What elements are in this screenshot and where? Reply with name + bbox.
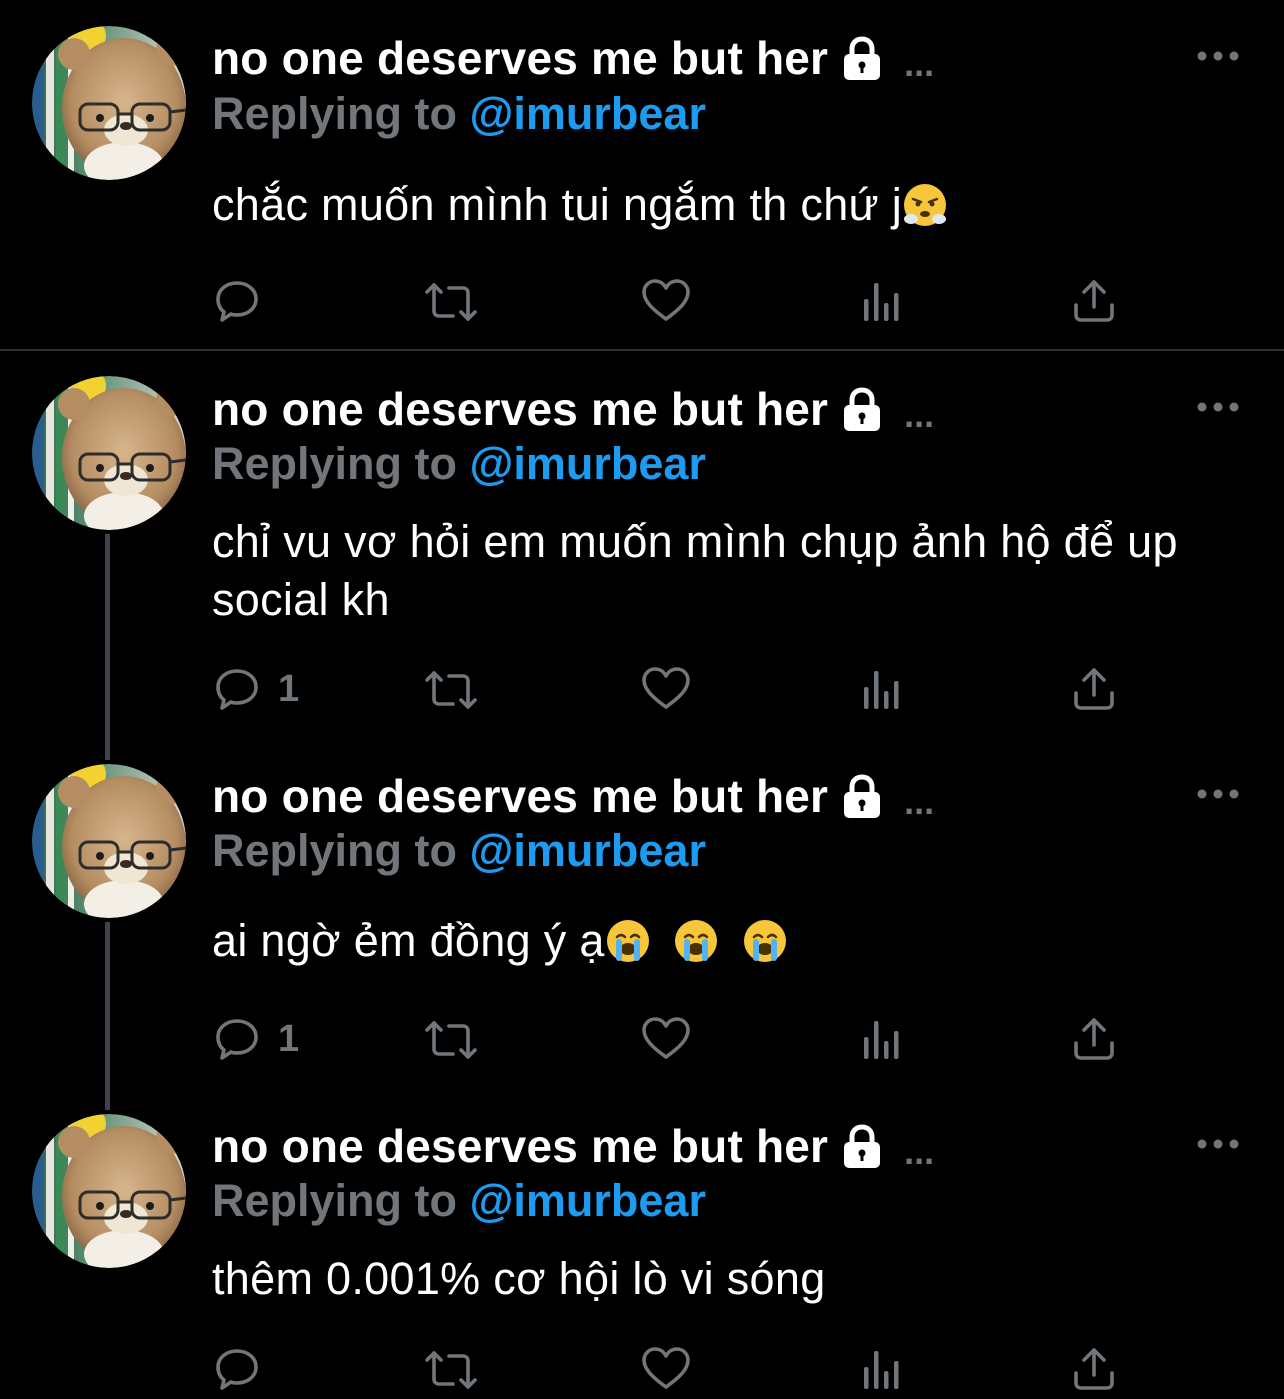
replying-to-label: Replying to: [212, 88, 457, 139]
more-options-button[interactable]: [1196, 784, 1240, 804]
author-row: no one deserves me but her ...: [212, 1116, 934, 1176]
retweet-button[interactable]: [424, 1014, 480, 1064]
reply-button[interactable]: [212, 276, 278, 326]
replying-to-label: Replying to: [212, 438, 457, 489]
like-icon: [642, 279, 690, 321]
author-name[interactable]: no one deserves me but her: [212, 382, 828, 436]
reply-button[interactable]: [212, 1344, 278, 1394]
author-row: no one deserves me but her ...: [212, 28, 934, 88]
tweet-1[interactable]: no one deserves me but her ... Replying …: [0, 0, 1284, 350]
crying-face-emoji-icon: [743, 918, 788, 964]
reply-icon: [216, 1349, 258, 1390]
like-icon: [642, 1017, 690, 1059]
share-button[interactable]: [1072, 664, 1118, 714]
author-overflow: ...: [904, 43, 935, 84]
author-overflow: ...: [904, 394, 935, 435]
more-options-button[interactable]: [1196, 1134, 1240, 1154]
views-icon: [864, 1351, 899, 1389]
replying-to-label: Replying to: [212, 825, 457, 876]
avatar[interactable]: [32, 764, 186, 918]
share-button[interactable]: [1072, 276, 1118, 326]
replying-to: Replying to @imurbear: [212, 825, 706, 881]
avatar[interactable]: [32, 376, 186, 530]
like-button[interactable]: [640, 1014, 692, 1064]
tweet-text-content: chắc muốn mình tui ngắm th chứ j: [212, 179, 903, 230]
views-button[interactable]: [860, 276, 904, 326]
author-name[interactable]: no one deserves me but her: [212, 769, 828, 823]
crying-face-emoji-icon: [674, 918, 719, 964]
mention-link[interactable]: @imurbear: [470, 825, 706, 876]
reply-icon: [216, 281, 258, 322]
lock-icon: [838, 772, 886, 820]
share-icon: [1074, 668, 1114, 710]
lock-icon: [838, 1122, 886, 1170]
replying-to: Replying to @imurbear: [212, 88, 706, 144]
tweet-3[interactable]: no one deserves me but her ... Replying …: [0, 764, 1284, 1094]
divider: [0, 349, 1284, 351]
replying-to: Replying to @imurbear: [212, 1175, 706, 1231]
retweet-button[interactable]: [424, 664, 480, 714]
more-options-button[interactable]: [1196, 397, 1240, 417]
reply-icon: [216, 669, 258, 710]
author-overflow: ...: [904, 781, 935, 822]
lock-icon: [838, 385, 886, 433]
reply-button[interactable]: 1: [212, 664, 299, 714]
author-name[interactable]: no one deserves me but her: [212, 31, 828, 85]
retweet-button[interactable]: [424, 276, 480, 326]
reply-count: 1: [278, 667, 300, 710]
share-icon: [1074, 280, 1114, 322]
like-icon: [642, 1347, 690, 1389]
tweet-text: thêm 0.001% cơ hội lò vi sóng: [212, 1250, 1242, 1308]
replying-to: Replying to @imurbear: [212, 438, 706, 494]
retweet-icon: [425, 671, 477, 709]
retweet-button[interactable]: [424, 1344, 480, 1394]
views-button[interactable]: [860, 664, 904, 714]
tweet-text-content: ai ngờ ẻm đồng ý ạ: [212, 915, 605, 966]
tweet-text: chỉ vu vơ hỏi em muốn mình chụp ảnh hộ đ…: [212, 513, 1242, 629]
reply-button[interactable]: 1: [212, 1014, 299, 1064]
tweet-text: ai ngờ ẻm đồng ý ạ: [212, 912, 1242, 970]
retweet-icon: [425, 283, 477, 321]
views-button[interactable]: [860, 1014, 904, 1064]
retweet-icon: [425, 1021, 477, 1059]
like-button[interactable]: [640, 276, 692, 326]
crying-face-emoji-icon: [605, 918, 650, 964]
tweet-2[interactable]: no one deserves me but her ... Replying …: [0, 376, 1284, 756]
share-button[interactable]: [1072, 1014, 1118, 1064]
tweet-text: chắc muốn mình tui ngắm th chứ j: [212, 176, 1242, 234]
action-bar: 1: [212, 664, 1132, 714]
share-button[interactable]: [1072, 1344, 1118, 1394]
lock-icon: [838, 34, 886, 82]
action-bar: [212, 1344, 1132, 1394]
mention-link[interactable]: @imurbear: [470, 88, 706, 139]
author-row: no one deserves me but her ...: [212, 379, 934, 439]
triumph-face-emoji-icon: [902, 182, 948, 228]
tweet-text-content: chỉ vu vơ hỏi em muốn mình chụp ảnh hộ đ…: [212, 516, 1178, 625]
more-options-button[interactable]: [1196, 46, 1240, 66]
mention-link[interactable]: @imurbear: [470, 438, 706, 489]
avatar[interactable]: [32, 26, 186, 180]
views-icon: [864, 283, 899, 321]
tweet-4[interactable]: no one deserves me but her ... Replying …: [0, 1114, 1284, 1399]
share-icon: [1074, 1018, 1114, 1060]
share-icon: [1074, 1348, 1114, 1390]
author-name[interactable]: no one deserves me but her: [212, 1119, 828, 1173]
like-icon: [642, 667, 690, 709]
views-icon: [864, 1021, 899, 1059]
avatar[interactable]: [32, 1114, 186, 1268]
like-button[interactable]: [640, 664, 692, 714]
action-bar: 1: [212, 1014, 1132, 1064]
reply-icon: [216, 1019, 258, 1060]
retweet-icon: [425, 1351, 477, 1389]
like-button[interactable]: [640, 1344, 692, 1394]
action-bar: [212, 276, 1132, 326]
views-button[interactable]: [860, 1344, 904, 1394]
reply-count: 1: [278, 1017, 300, 1060]
author-overflow: ...: [904, 1131, 935, 1172]
mention-link[interactable]: @imurbear: [470, 1175, 706, 1226]
author-row: no one deserves me but her ...: [212, 766, 934, 826]
tweet-text-content: thêm 0.001% cơ hội lò vi sóng: [212, 1253, 826, 1304]
replying-to-label: Replying to: [212, 1175, 457, 1226]
views-icon: [864, 671, 899, 709]
